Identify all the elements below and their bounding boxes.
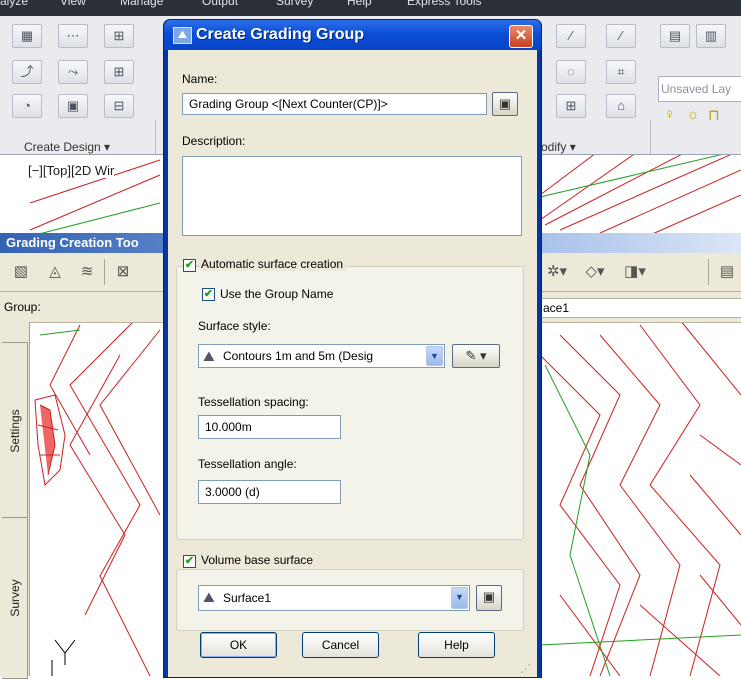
- chevron-down-icon[interactable]: ▼: [451, 587, 468, 609]
- dialog-body: Name: Grading Group <[Next Counter(CP)]>…: [168, 50, 537, 677]
- help-button[interactable]: Help: [418, 632, 495, 658]
- ribbon-divider: [155, 120, 156, 154]
- panel-title-modify[interactable]: odify ▾: [541, 140, 576, 154]
- description-label: Description:: [182, 134, 246, 148]
- surface-style-label: Surface style:: [198, 319, 271, 333]
- menu-bar: alyze View Manage Output Survey Help Exp…: [0, 0, 741, 16]
- edit-style-icon: ✎ ▾: [465, 348, 487, 363]
- layers-icon[interactable]: ≋: [76, 261, 98, 283]
- ribbon-tool-icon[interactable]: ⤴: [12, 60, 42, 84]
- toolbar-divider: [104, 259, 105, 285]
- menu-express-tools[interactable]: Express Tools: [407, 0, 481, 8]
- dialog-titlebar[interactable]: ⛰ Create Grading Group ✕: [164, 20, 541, 50]
- sun-icon[interactable]: ☼: [686, 106, 700, 123]
- use-group-name-label: Use the Group Name: [220, 287, 334, 301]
- ribbon-tool-icon[interactable]: ⌂: [606, 94, 636, 118]
- menu-output[interactable]: Output: [202, 0, 238, 8]
- group-label: Group:: [4, 300, 41, 314]
- create-grading-icon[interactable]: ✲▾: [546, 261, 568, 283]
- volume-base-checkbox[interactable]: ✔: [183, 555, 196, 568]
- tessellation-spacing-field[interactable]: 10.000m: [198, 415, 341, 439]
- pick-from-drawing-icon: ▣: [482, 589, 496, 604]
- ribbon-tool-icon[interactable]: ⊞: [104, 24, 134, 48]
- description-field[interactable]: [182, 156, 522, 236]
- surface-style-edit-button[interactable]: ✎ ▾: [452, 344, 500, 368]
- ribbon-tool-icon[interactable]: ▥: [696, 24, 726, 48]
- ribbon-tool-icon[interactable]: ▦: [12, 24, 42, 48]
- surface-icon[interactable]: ◬: [44, 261, 66, 283]
- ribbon-tool-icon[interactable]: ◔: [12, 94, 42, 118]
- auto-surface-checkbox[interactable]: ✔: [183, 259, 196, 272]
- ribbon-tool-icon[interactable]: ▤: [660, 24, 690, 48]
- close-button[interactable]: ✕: [509, 25, 533, 48]
- use-group-name-checkbox[interactable]: ✔: [202, 288, 215, 301]
- ribbon-tool-icon[interactable]: ⊟: [104, 94, 134, 118]
- auto-surface-label: Automatic surface creation: [201, 257, 347, 271]
- resize-grip-icon[interactable]: ⋰: [520, 662, 531, 675]
- menu-view[interactable]: View: [60, 0, 86, 8]
- create-grading-group-dialog: ⛰ Create Grading Group ✕ Name: Grading G…: [163, 19, 542, 678]
- ribbon-divider: [650, 120, 651, 154]
- target-surface-combo[interactable]: ace1: [540, 298, 741, 318]
- edit-grading-icon[interactable]: ◇▾: [584, 261, 606, 283]
- ribbon-tool-icon[interactable]: ⋯: [58, 24, 88, 48]
- tool-palette-sidebar: Settings Survey: [0, 322, 30, 679]
- ribbon-tool-icon[interactable]: ▣: [58, 94, 88, 118]
- menu-manage[interactable]: Manage: [120, 0, 163, 8]
- tab-survey[interactable]: Survey: [2, 517, 28, 679]
- properties-icon[interactable]: ▤: [716, 261, 738, 283]
- tessellation-angle-field[interactable]: 3.0000 (d): [198, 480, 341, 504]
- chevron-down-icon[interactable]: ▼: [426, 346, 443, 366]
- panel-title-create-design[interactable]: Create Design ▾: [24, 140, 110, 154]
- cancel-button[interactable]: Cancel: [302, 632, 379, 658]
- pick-surface-button[interactable]: ▣: [476, 585, 502, 611]
- menu-help[interactable]: Help: [347, 0, 372, 8]
- dialog-title: Create Grading Group: [196, 26, 365, 43]
- volume-base-select[interactable]: ⛰ Surface1 ▼: [198, 585, 470, 611]
- menu-analyze[interactable]: alyze: [0, 0, 28, 8]
- ribbon-tool-icon[interactable]: ⊞: [104, 60, 134, 84]
- volume-base-label: Volume base surface: [201, 553, 317, 567]
- viewport-label[interactable]: [−][Top][2D Wir: [28, 163, 115, 178]
- name-template-button[interactable]: ▣: [492, 92, 518, 116]
- layer-state-combo[interactable]: Unsaved Lay: [658, 76, 741, 102]
- tab-settings[interactable]: Settings: [2, 342, 28, 519]
- ribbon-tool-icon[interactable]: ⌗: [606, 60, 636, 84]
- toolbar-divider: [708, 259, 709, 285]
- grading-group-icon[interactable]: ▧: [10, 261, 32, 283]
- criteria-icon[interactable]: ⊠: [112, 261, 134, 283]
- ok-button[interactable]: OK: [200, 632, 277, 658]
- tessellation-spacing-label: Tessellation spacing:: [198, 395, 309, 409]
- grading-toolbar-title: Grading Creation Too: [6, 235, 139, 250]
- surface-style-select[interactable]: ⛰ Contours 1m and 5m (Desig ▼: [198, 344, 445, 368]
- ribbon-tool-icon[interactable]: ⁄: [556, 24, 586, 48]
- name-field[interactable]: Grading Group <[Next Counter(CP)]>: [182, 93, 487, 115]
- ribbon-tool-icon[interactable]: ⤳: [58, 60, 88, 84]
- ribbon-tool-icon[interactable]: ∕: [606, 24, 636, 48]
- menu-survey[interactable]: Survey: [276, 0, 313, 8]
- tessellation-angle-label: Tessellation angle:: [198, 457, 297, 471]
- volume-base-value: Surface1: [223, 591, 272, 605]
- lock-icon[interactable]: ⊓: [708, 106, 720, 124]
- surface-icon: ⛰: [203, 589, 215, 605]
- surface-style-value: Contours 1m and 5m (Desig: [223, 349, 374, 363]
- edit-name-icon: ▣: [498, 96, 512, 111]
- name-label: Name:: [182, 72, 218, 86]
- app-icon: ⛰: [173, 27, 192, 44]
- infill-icon[interactable]: ◨▾: [624, 261, 646, 283]
- ribbon-tool-icon[interactable]: ◌: [556, 60, 586, 84]
- lightbulb-icon[interactable]: ♀: [664, 106, 675, 123]
- surface-style-icon: ⛰: [203, 348, 215, 364]
- ribbon-tool-icon[interactable]: ⊞: [556, 94, 586, 118]
